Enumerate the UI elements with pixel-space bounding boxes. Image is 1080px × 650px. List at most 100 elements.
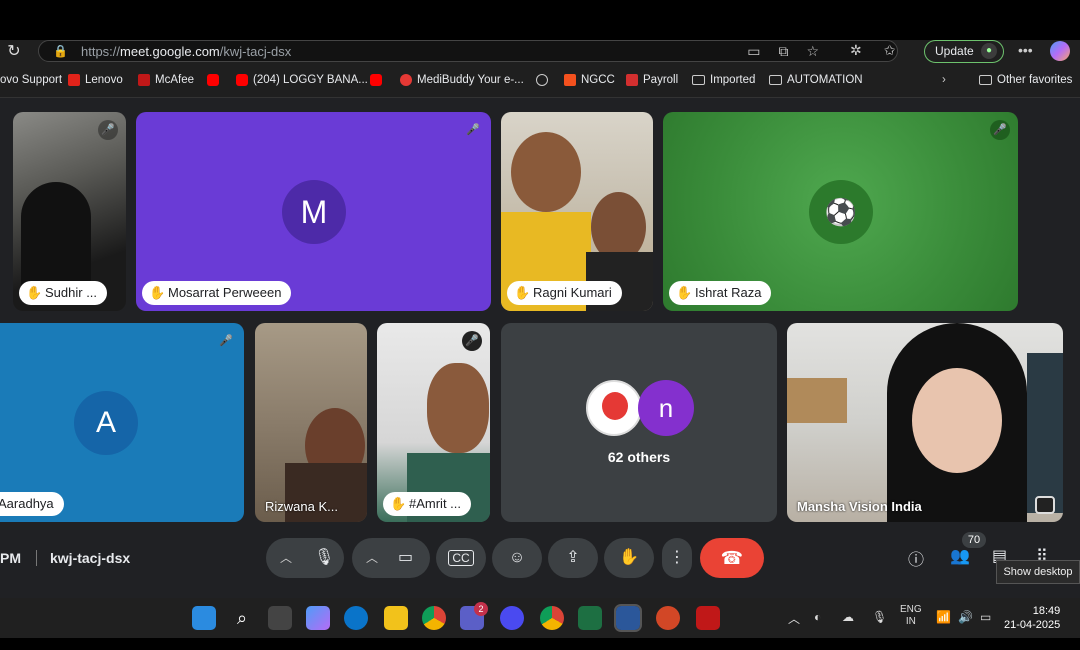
meeting-time: PM: [0, 550, 21, 566]
meeting-controls: PM kwj-tacj-dsx ︿ 🎙 ︿ ▭ CC ☺ ⇪ ✋ ⋮ ☎ ⓘ 7…: [0, 530, 1080, 590]
volume-icon[interactable]: 🔊: [958, 610, 973, 624]
windows-start-icon[interactable]: [192, 606, 216, 630]
video-face: [427, 363, 489, 453]
bookmark-automation[interactable]: AUTOMATION: [769, 74, 863, 86]
wifi-icon[interactable]: 📶: [936, 610, 951, 624]
tray-chevron-icon[interactable]: ︿: [788, 610, 800, 627]
participant-tile-others[interactable]: n 62 others: [501, 323, 777, 522]
region-code: IN: [905, 616, 916, 627]
excel-icon[interactable]: [578, 606, 602, 630]
participant-tile-ragni[interactable]: ✋ Ragni Kumari: [501, 112, 653, 311]
bookmark-mcafee[interactable]: McAfee: [138, 74, 194, 86]
name-pill: ✋ #Amrit ...: [383, 492, 472, 516]
cloud-icon[interactable]: ☁: [842, 610, 854, 624]
participant-tile-mansha[interactable]: Mansha Vision India: [787, 323, 1063, 522]
search-icon[interactable]: ⌕: [230, 606, 254, 630]
language-indicator[interactable]: ENG IN: [900, 604, 922, 628]
lenovo-icon: [68, 74, 80, 86]
bookmark-other-favorites[interactable]: Other favorites: [979, 74, 1072, 86]
pin-frame-icon[interactable]: [1035, 496, 1055, 514]
tray-app-icon[interactable]: ◐: [814, 610, 821, 624]
bookmark-youtube[interactable]: [207, 74, 219, 86]
meeting-info-icon[interactable]: ⓘ: [908, 546, 924, 570]
name-pill: ✋ Ishrat Raza: [669, 281, 772, 305]
soccer-goal-avatar-icon: ⚽: [809, 180, 873, 244]
bookmark-lenovo-support[interactable]: ovo Support: [0, 74, 62, 86]
video-face: [912, 368, 1002, 473]
top-black-bar: [0, 0, 1080, 40]
bookmark-loggy[interactable]: (204) LOGGY BANA...: [236, 74, 368, 86]
more-menu-icon[interactable]: •••: [1018, 42, 1033, 58]
raised-hand-icon: ✋: [676, 285, 693, 300]
captions-icon: CC: [448, 550, 474, 566]
url-field[interactable]: 🔒 https://meet.google.com/kwj-tacj-dsx ▭…: [38, 40, 898, 62]
reactions-button[interactable]: ☺: [492, 538, 542, 578]
update-status-icon: ●: [981, 43, 997, 59]
mic-tray-icon[interactable]: 🎙: [872, 610, 887, 624]
mcafee-taskbar-icon[interactable]: [696, 606, 720, 630]
bookmark-ngcc[interactable]: NGCC: [564, 74, 615, 86]
address-bar-row: ↻ 🔒 https://meet.google.com/kwj-tacj-dsx…: [0, 40, 1080, 64]
extensions-icon[interactable]: ✲: [850, 42, 862, 59]
bookmark-medibuddy[interactable]: MediBuddy Your e-...: [400, 74, 524, 86]
raised-hand-icon: ✋: [514, 285, 531, 300]
battery-icon[interactable]: ▭: [980, 610, 991, 624]
refresh-icon[interactable]: ↻: [4, 42, 24, 62]
camera-permission-icon[interactable]: ▭: [747, 43, 760, 60]
edge-icon[interactable]: [344, 606, 368, 630]
camera-button[interactable]: ︿ ▭: [352, 538, 430, 578]
copilot-icon[interactable]: [1050, 41, 1070, 61]
teams-icon[interactable]: 2: [460, 602, 488, 630]
favorites-icon[interactable]: ✩: [884, 42, 896, 59]
lock-icon: 🔒: [53, 44, 68, 58]
bookmark-globe[interactable]: [536, 74, 548, 86]
raise-hand-icon: ✋: [619, 549, 639, 566]
system-clock[interactable]: 18:49 21-04-2025: [1004, 604, 1060, 632]
word-icon[interactable]: [614, 604, 642, 632]
bookmarks-overflow-chevron-icon[interactable]: ›: [942, 74, 946, 86]
participant-tile-ishrat[interactable]: ⚽ 🎤 ✋ Ishrat Raza: [663, 112, 1018, 311]
bookmark-imported[interactable]: Imported: [692, 74, 755, 86]
divider: [36, 550, 37, 566]
participant-tile-mosarrat[interactable]: M 🎤 ✋ Mosarrat Perweeen: [136, 112, 491, 311]
chrome-profile-icon[interactable]: [540, 606, 564, 630]
chevron-up-icon[interactable]: ︿: [366, 538, 378, 578]
tooltip: Show desktop: [996, 560, 1080, 584]
bookmark-payroll[interactable]: Payroll: [626, 74, 678, 86]
name-pill: ✋ Mosarrat Perweeen: [142, 281, 292, 305]
present-screen-icon: ⇪: [566, 549, 580, 566]
more-options-button[interactable]: ⋮: [662, 538, 692, 578]
people-icon[interactable]: 👥: [950, 546, 970, 566]
clock-time: 18:49: [1032, 605, 1061, 617]
powerpoint-icon[interactable]: [656, 606, 680, 630]
leave-call-button[interactable]: ☎: [700, 538, 764, 578]
participant-tile-aaradhya[interactable]: A 🎤 Aaradhya: [0, 323, 244, 522]
star-icon[interactable]: ☆: [806, 43, 819, 60]
url-actions: ▭ ⧉ ☆: [747, 43, 819, 60]
microphone-button[interactable]: ︿ 🎙: [266, 538, 344, 578]
update-button[interactable]: Update ●: [924, 40, 1004, 63]
bookmark-youtube-2[interactable]: [370, 74, 382, 86]
meet-stage: 🎤 ✋ Sudhir ... M 🎤 ✋ Mosarrat Perweeen ✋ Ra…: [0, 98, 1080, 598]
app-install-icon[interactable]: ⧉: [778, 43, 788, 60]
app-icon[interactable]: [500, 606, 524, 630]
participant-tile-amrit[interactable]: 🎤 ✋ #Amrit ...: [377, 323, 490, 522]
participant-tile-sudhir[interactable]: 🎤 ✋ Sudhir ...: [13, 112, 126, 311]
globe-icon: [536, 74, 548, 86]
task-view-icon[interactable]: [268, 606, 292, 630]
present-button[interactable]: ⇪: [548, 538, 598, 578]
meeting-code: kwj-tacj-dsx: [50, 550, 131, 566]
bookmarks-bar: ovo Support Lenovo McAfee (204) LOGGY BA…: [0, 64, 1080, 98]
folder-icon: [979, 75, 992, 85]
raise-hand-button[interactable]: ✋: [604, 538, 654, 578]
chrome-icon[interactable]: [422, 606, 446, 630]
chevron-up-icon[interactable]: ︿: [280, 538, 292, 578]
camera-icon: ▭: [398, 549, 414, 566]
url-text: https://meet.google.com/kwj-tacj-dsx: [81, 44, 292, 59]
bottom-black-bar: [0, 638, 1080, 650]
participant-tile-rizwana[interactable]: Rizwana K...: [255, 323, 367, 522]
bookmark-lenovo[interactable]: Lenovo: [68, 74, 123, 86]
file-explorer-icon[interactable]: [384, 606, 408, 630]
copilot-taskbar-icon[interactable]: [306, 606, 330, 630]
captions-button[interactable]: CC: [436, 538, 486, 578]
